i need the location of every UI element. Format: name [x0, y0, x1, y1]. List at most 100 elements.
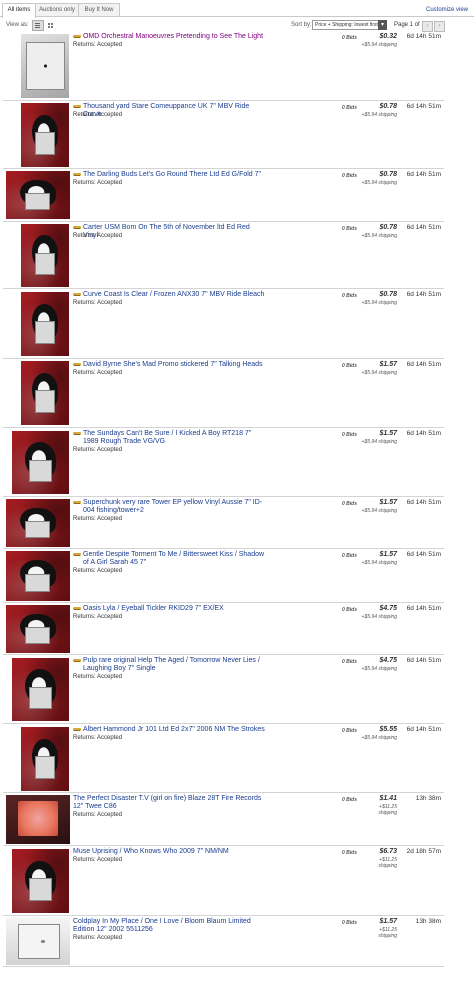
- listing-row: Coldplay In My Place / One I Love / Bloo…: [3, 916, 444, 967]
- shipping-cost: +$5.94 shipping: [361, 666, 397, 672]
- auction-gavel-icon: [73, 104, 81, 109]
- listing-thumbnail[interactable]: [21, 34, 69, 98]
- listing-price: $1.57: [379, 430, 397, 437]
- listing-title-link[interactable]: David Byrne She's Mad Promo stickered 7"…: [83, 361, 265, 369]
- shipping-cost: +$5.94 shipping: [361, 180, 397, 186]
- listing-row: The Perfect Disaster T.V (girl on fire) …: [3, 793, 444, 846]
- time-left: 6d 14h 51m: [406, 657, 441, 664]
- listing-title-link[interactable]: Muse Uprising / Who Knows Who 2009 7" NM…: [73, 848, 265, 856]
- listing-thumbnail[interactable]: [21, 224, 69, 287]
- shipping-cost: +$11.25 shipping: [378, 927, 397, 939]
- list-view-icon[interactable]: [32, 20, 44, 31]
- auction-gavel-icon: [73, 362, 81, 367]
- listing-thumbnail[interactable]: [6, 917, 70, 965]
- listing-thumbnail[interactable]: [21, 727, 69, 791]
- shipping-cost: +$5.94 shipping: [361, 439, 397, 445]
- sort-by-label: Sort by:: [291, 22, 312, 28]
- returns-info: Returns: Accepted: [73, 300, 123, 306]
- listing-title-link[interactable]: Coldplay In My Place / One I Love / Bloo…: [73, 918, 265, 934]
- returns-info: Returns: Accepted: [73, 112, 123, 118]
- listing-title-link[interactable]: The Perfect Disaster T.V (girl on fire) …: [73, 795, 265, 811]
- listing-row: Superchunk very rare Tower EP yellow Vin…: [3, 497, 444, 549]
- shipping-cost: +$5.94 shipping: [361, 300, 397, 306]
- time-left: 6d 14h 51m: [406, 33, 441, 40]
- listing-thumbnail[interactable]: [21, 361, 69, 425]
- listing-title-link[interactable]: Albert Hammond Jr 101 Ltd Ed 2x7" 2006 N…: [83, 726, 265, 734]
- returns-info: Returns: Accepted: [73, 735, 123, 741]
- time-left: 6d 14h 51m: [406, 726, 441, 733]
- shipping-cost: +$5.94 shipping: [361, 735, 397, 741]
- listing-price: $0.78: [379, 103, 397, 110]
- listing-price: $1.57: [379, 361, 397, 368]
- time-left: 13h 38m: [415, 918, 441, 925]
- time-left: 6d 14h 51m: [406, 291, 441, 298]
- auction-gavel-icon: [73, 552, 81, 557]
- listing-title-link[interactable]: Curve Coast Is Clear / Frozen ANX30 7" M…: [83, 291, 265, 299]
- listing-title-link[interactable]: OMD Orchestral Manoeuvres Pretending to …: [83, 33, 265, 41]
- auction-gavel-icon: [73, 500, 81, 505]
- returns-info: Returns: Accepted: [73, 857, 123, 863]
- shipping-cost: +$5.94 shipping: [361, 508, 397, 514]
- time-left: 6d 14h 51m: [406, 103, 441, 110]
- listing-thumbnail[interactable]: [21, 103, 69, 167]
- listing-price: $1.41: [379, 795, 397, 802]
- listing-title-link[interactable]: Superchunk very rare Tower EP yellow Vin…: [83, 499, 265, 515]
- listing-row: Curve Coast Is Clear / Frozen ANX30 7" M…: [3, 289, 444, 359]
- listing-title-link[interactable]: The Darling Buds Let's Go Round There Lt…: [83, 171, 265, 179]
- listing-title-link[interactable]: The Sundays Can't Be Sure / I Kicked A B…: [83, 430, 265, 446]
- dropdown-arrow-icon[interactable]: ▾: [378, 20, 387, 30]
- listing-thumbnail[interactable]: [6, 551, 70, 601]
- view-as-label: View as:: [6, 22, 29, 28]
- listing-price: $0.78: [379, 224, 397, 231]
- auction-gavel-icon: [73, 606, 81, 611]
- time-left: 6d 14h 51m: [406, 499, 441, 506]
- auction-gavel-icon: [73, 172, 81, 177]
- returns-info: Returns: Accepted: [73, 674, 123, 680]
- returns-info: Returns: Accepted: [73, 516, 123, 522]
- time-left: 6d 14h 51m: [406, 430, 441, 437]
- listing-thumbnail[interactable]: [6, 605, 70, 653]
- grid-view-icon[interactable]: [45, 20, 57, 31]
- listing-thumbnail[interactable]: [12, 849, 69, 913]
- listing-thumbnail[interactable]: [6, 171, 70, 219]
- listing-thumbnail[interactable]: [21, 292, 69, 356]
- returns-info: Returns: Accepted: [73, 935, 123, 941]
- tab-buy-it-now[interactable]: Buy It Now: [78, 3, 120, 17]
- time-left: 13h 38m: [415, 795, 441, 802]
- listing-row: David Byrne She's Mad Promo stickered 7"…: [3, 359, 444, 428]
- listing-price: $6.73: [379, 848, 397, 855]
- listing-title-link[interactable]: Gentle Despite Torment To Me / Bitterswe…: [83, 551, 265, 567]
- results-toolbar: View as: Sort by: Price + Shipping: lowe…: [0, 19, 474, 32]
- returns-info: Returns: Accepted: [73, 447, 123, 453]
- listing-price: $4.75: [379, 605, 397, 612]
- customize-view-link[interactable]: Customize view: [426, 7, 468, 13]
- tab-bar: All items Auctions only Buy It Now Custo…: [0, 0, 474, 18]
- listing-price: $0.78: [379, 291, 397, 298]
- listing-row: Albert Hammond Jr 101 Ltd Ed 2x7" 2006 N…: [3, 724, 444, 793]
- listing-price: $1.57: [379, 499, 397, 506]
- listing-row: The Sundays Can't Be Sure / I Kicked A B…: [3, 428, 444, 497]
- shipping-cost: +$5.94 shipping: [361, 112, 397, 118]
- time-left: 6d 14h 51m: [406, 361, 441, 368]
- listing-thumbnail[interactable]: [6, 499, 70, 547]
- auction-gavel-icon: [73, 727, 81, 732]
- returns-info: Returns: Accepted: [73, 42, 123, 48]
- tab-auctions-only[interactable]: Auctions only: [35, 3, 79, 17]
- shipping-cost: +$11.25 shipping: [378, 857, 397, 869]
- shipping-cost: +$5.94 shipping: [361, 42, 397, 48]
- sort-select[interactable]: Price + Shipping: lowest first: [312, 20, 380, 30]
- listing-price: $0.78: [379, 171, 397, 178]
- auction-gavel-icon: [73, 292, 81, 297]
- listing-thumbnail[interactable]: [12, 658, 69, 721]
- listing-title-link[interactable]: Pulp rare original Help The Aged / Tomor…: [83, 657, 265, 673]
- listing-row: Carter USM Bom On The 5th of November lt…: [3, 222, 444, 289]
- listing-title-link[interactable]: Oasis Lyla / Eyeball Tickler RKID29 7" E…: [83, 605, 265, 613]
- returns-info: Returns: Accepted: [73, 812, 123, 818]
- tab-all-items[interactable]: All items: [2, 3, 36, 18]
- shipping-cost: +$5.94 shipping: [361, 614, 397, 620]
- listing-price: $4.75: [379, 657, 397, 664]
- time-left: 6d 14h 51m: [406, 551, 441, 558]
- listing-thumbnail[interactable]: [6, 795, 70, 844]
- returns-info: Returns: Accepted: [73, 568, 123, 574]
- listing-thumbnail[interactable]: [12, 431, 69, 494]
